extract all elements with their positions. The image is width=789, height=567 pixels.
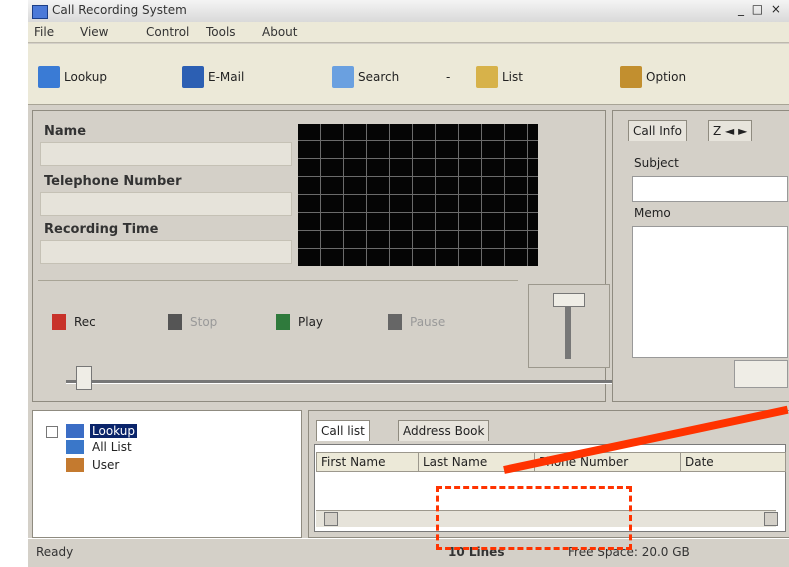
scroll-right-button[interactable] [764, 512, 778, 526]
scroll-left-button[interactable] [324, 512, 338, 526]
menu-bar: File View Control Tools About [28, 22, 789, 43]
list-tree-icon [66, 440, 84, 454]
option-button[interactable]: Option [620, 64, 686, 90]
stop-label: Stop [190, 315, 218, 329]
play-icon [276, 314, 290, 330]
window-title: Call Recording System [52, 3, 187, 17]
window-controls[interactable]: _ □ × [738, 2, 783, 16]
position-slider-track[interactable] [66, 380, 616, 384]
rectime-field[interactable] [40, 240, 292, 264]
search-button[interactable]: Search [332, 64, 399, 90]
menu-about[interactable]: About [262, 25, 297, 39]
tree-item-all-list[interactable]: All List [92, 440, 132, 454]
user-tree-icon [66, 458, 84, 472]
tab-call-info[interactable]: Call Info [628, 120, 687, 141]
tab-call-list[interactable]: Call list [316, 420, 370, 441]
pause-label: Pause [410, 315, 446, 329]
column-first-name[interactable]: First Name [316, 452, 420, 472]
list-icon [476, 66, 498, 88]
list-button[interactable]: List [476, 64, 523, 90]
subject-label: Subject [634, 156, 679, 170]
phone-field[interactable] [40, 192, 292, 216]
lookup-button[interactable]: Lookup [38, 64, 107, 90]
tree-item-lookup[interactable]: Lookup [90, 424, 137, 438]
menu-tools[interactable]: Tools [206, 25, 236, 39]
memo-label: Memo [634, 206, 671, 220]
option-label: Option [646, 70, 687, 84]
title-bar: Call Recording System _ □ × [28, 0, 789, 23]
pause-button[interactable]: Pause [388, 312, 445, 332]
subject-field[interactable] [632, 176, 788, 202]
volume-control[interactable] [528, 284, 610, 368]
rectime-label: Recording Time [44, 222, 159, 237]
email-button[interactable]: E-Mail [182, 64, 244, 90]
play-label: Play [298, 315, 324, 329]
position-slider-thumb[interactable] [76, 366, 92, 390]
menu-view[interactable]: View [80, 25, 108, 39]
lookup-tree-icon [66, 424, 84, 438]
waveform-display [298, 124, 538, 266]
option-icon [620, 66, 642, 88]
tree-expand-icon[interactable] [46, 426, 58, 438]
status-ready: Ready [36, 545, 74, 559]
menu-file[interactable]: File [34, 25, 54, 39]
name-field[interactable] [40, 142, 292, 166]
tree-item-user[interactable]: User [92, 458, 119, 472]
lookup-label: Lookup [64, 70, 107, 84]
record-icon [52, 314, 66, 330]
highlight-box [436, 486, 632, 550]
name-label: Name [44, 124, 87, 139]
memo-field[interactable] [632, 226, 788, 358]
list-label: List [502, 70, 523, 84]
phone-label: Telephone Number [44, 174, 182, 189]
status-bar: Ready 10 Lines Free Space: 20.0 GB [28, 538, 789, 567]
tab-navigation[interactable]: Z ◄ ► [708, 120, 753, 141]
search-label: Search [358, 70, 400, 84]
record-button[interactable]: Rec [52, 312, 96, 332]
stop-icon [168, 314, 182, 330]
lookup-icon [38, 66, 60, 88]
play-button[interactable]: Play [276, 312, 323, 332]
app-icon [32, 5, 48, 19]
search-icon [332, 66, 354, 88]
app-window: Call Recording System _ □ × File View Co… [28, 0, 789, 567]
column-date[interactable]: Date [680, 452, 786, 472]
toolbar-separator: - [446, 70, 451, 84]
save-memo-button[interactable] [734, 360, 788, 388]
stop-button[interactable]: Stop [168, 312, 217, 332]
email-label: E-Mail [208, 70, 245, 84]
email-icon [182, 66, 204, 88]
menu-control[interactable]: Control [146, 25, 189, 39]
volume-thumb[interactable] [553, 293, 585, 307]
record-label: Rec [74, 315, 96, 329]
tab-address-book[interactable]: Address Book [398, 420, 490, 441]
pause-icon [388, 314, 402, 330]
toolbar: Lookup E-Mail Search - List Option [28, 44, 789, 105]
